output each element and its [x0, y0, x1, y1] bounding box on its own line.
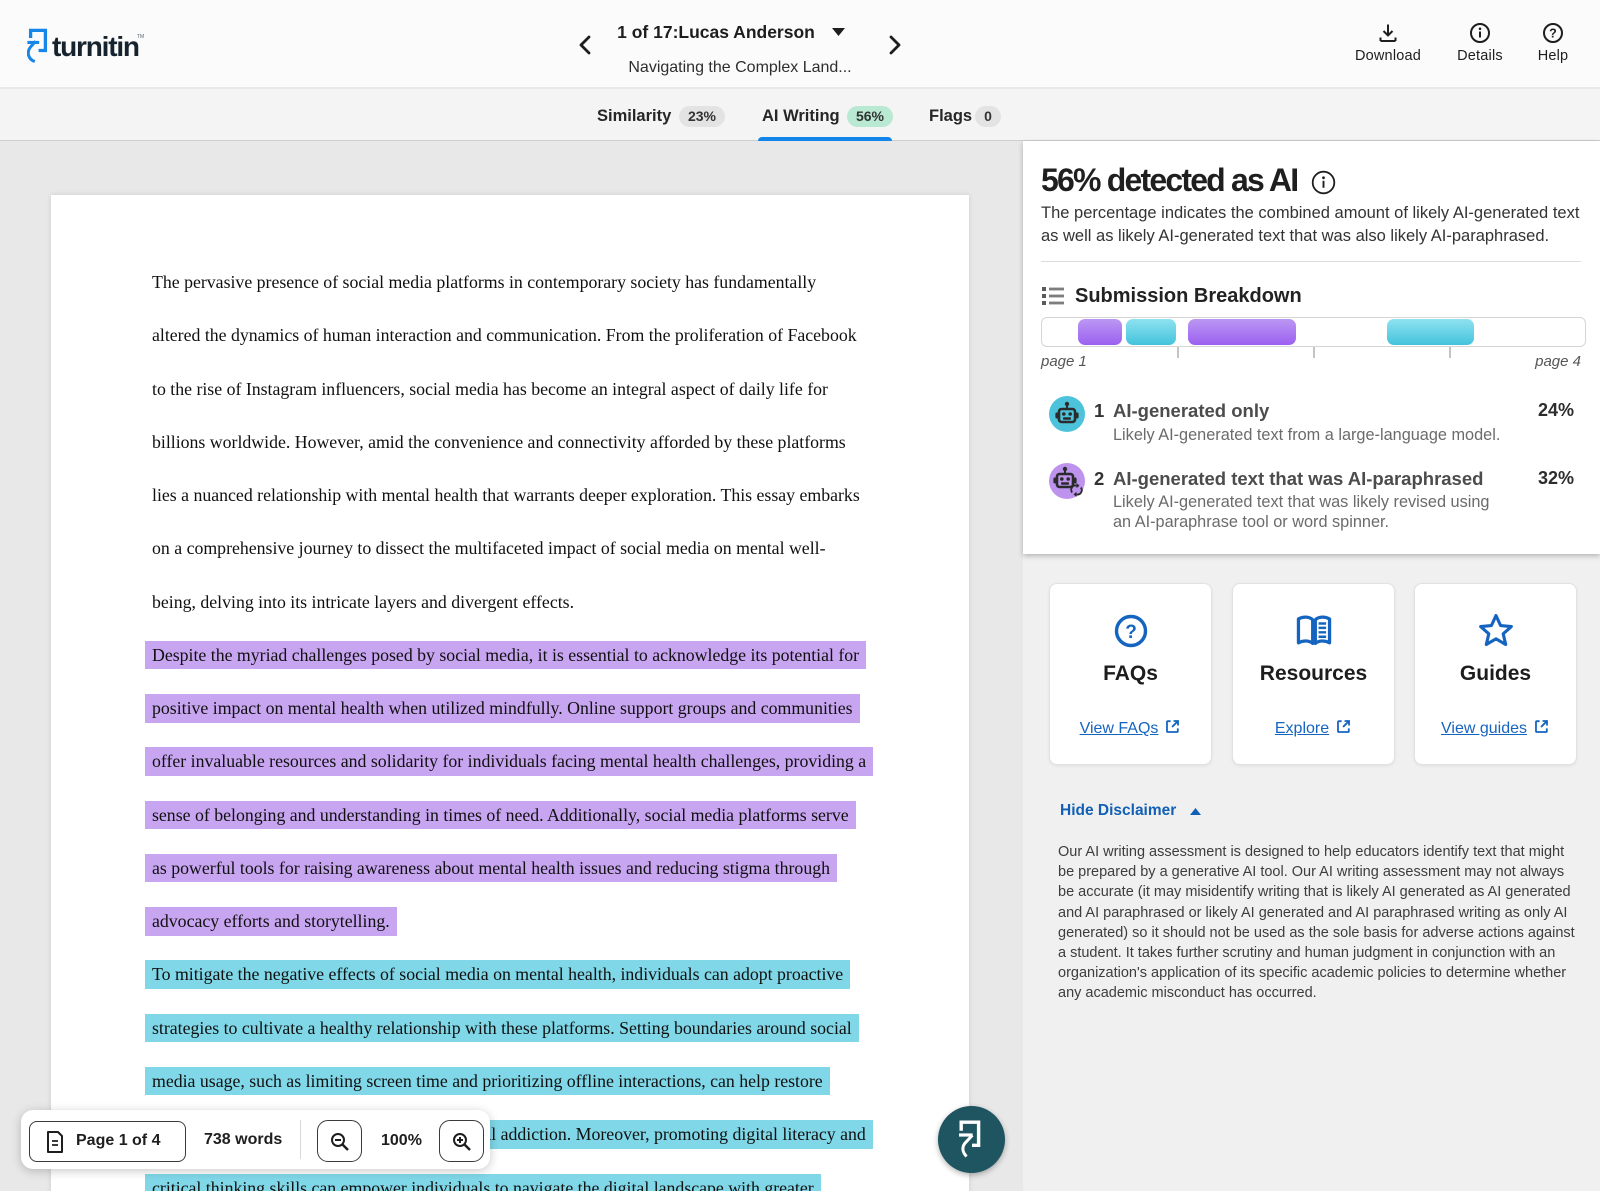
svg-text:?: ?	[1549, 26, 1557, 40]
svg-text:?: ?	[1125, 622, 1137, 643]
